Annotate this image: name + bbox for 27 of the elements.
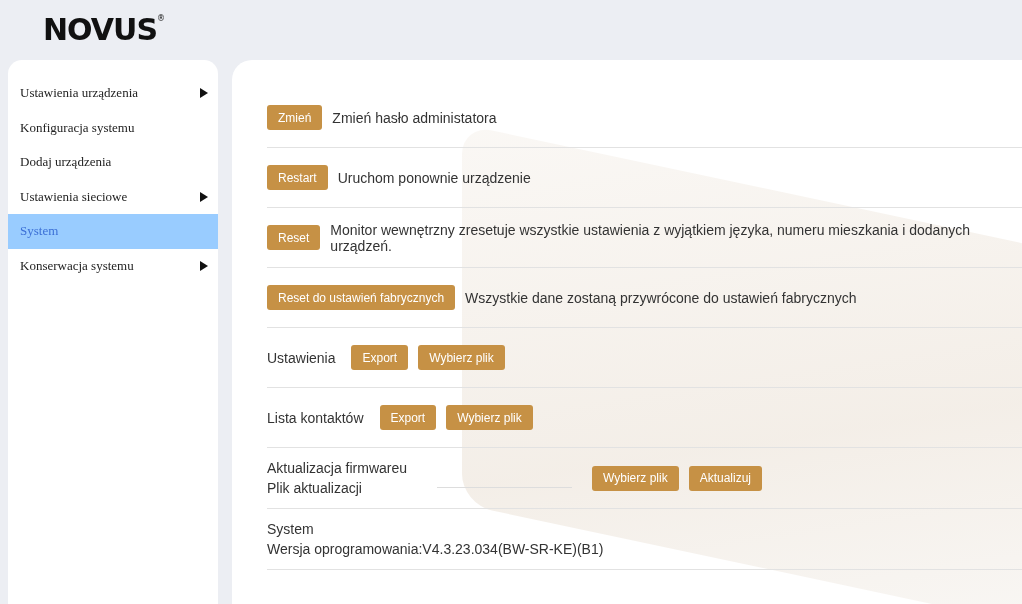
sidebar-item[interactable]: System <box>8 214 218 249</box>
action-button[interactable]: Export <box>351 345 409 370</box>
sidebar-item[interactable]: Ustawienia sieciowe <box>8 179 218 214</box>
section-label: Lista kontaktów <box>267 409 364 426</box>
description-text: Zmień hasło administatora <box>332 109 497 126</box>
sidebar-item[interactable]: Dodaj urządzenia <box>8 145 218 180</box>
action-button[interactable]: Wybierz plik <box>592 465 679 491</box>
description-text: Monitor wewnętrzny zresetuje wszystkie ustawienia z wyjątkiem języka, numeru mieszkania i dodanych urządzeń. <box>330 221 971 254</box>
section-label: Aktualizacja firmwareu <box>267 460 408 476</box>
file-label: Plik aktualizacji <box>267 480 363 496</box>
sidebar-item[interactable]: Konserwacja systemu <box>8 248 218 283</box>
description-text: Uruchom ponownie urządzenie <box>337 169 531 186</box>
sidebar-item[interactable]: Ustawienia urządzenia <box>8 76 218 111</box>
action-button[interactable]: Restart <box>267 165 328 190</box>
version-text: Wersja oprogramowania:V4.3.23.034(BW-SR-KE)(B1) <box>267 541 604 557</box>
action-button[interactable]: Reset <box>267 225 321 250</box>
action-button[interactable]: Zmień <box>267 105 323 130</box>
action-button[interactable]: Reset do ustawień fabrycznych <box>267 285 456 310</box>
action-button[interactable]: Aktualizuj <box>688 465 762 491</box>
section-label: System <box>267 521 315 537</box>
action-button[interactable]: Wybierz plik <box>418 345 505 370</box>
sidebar-item[interactable]: Konfiguracja systemu <box>8 110 218 145</box>
section-label: Ustawienia <box>267 349 336 366</box>
action-button[interactable]: Export <box>379 405 437 430</box>
description-text: Wszystkie dane zostaną przywrócone do ustawień fabrycznych <box>465 289 857 306</box>
logo: NOVUS$^{®}$ <box>43 15 164 45</box>
action-button[interactable]: Wybierz plik <box>446 405 533 430</box>
